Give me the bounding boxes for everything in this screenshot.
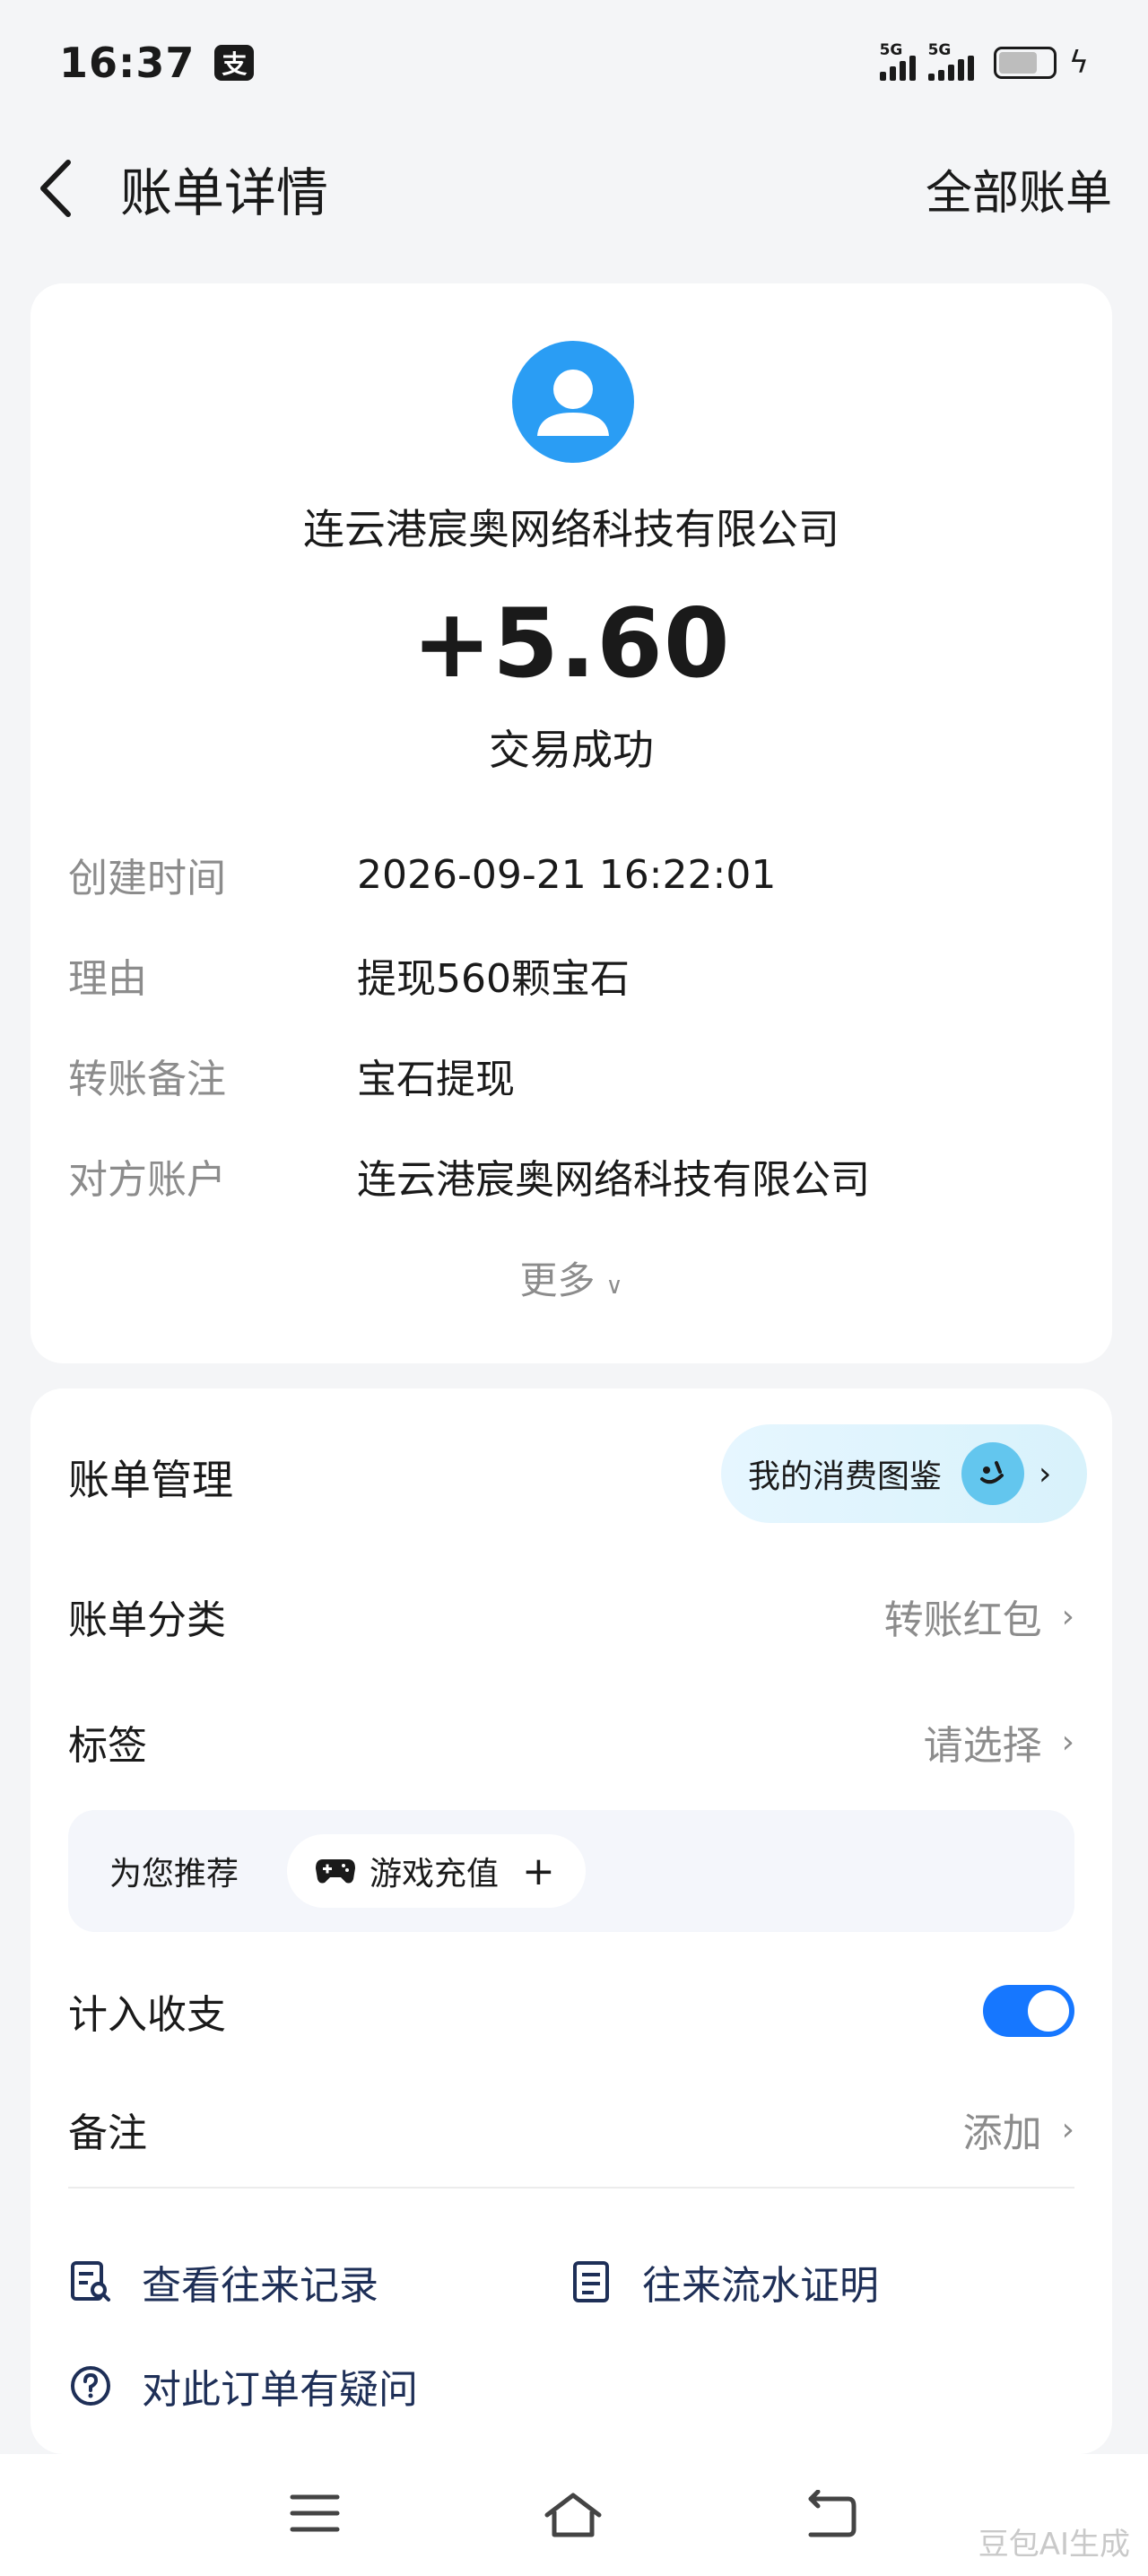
count-in-stats-toggle[interactable] — [983, 1985, 1074, 2037]
transaction-status: 交易成功 — [489, 726, 654, 774]
chevron-down-icon: ∨ — [605, 1273, 623, 1300]
detail-row-created-time: 创建时间 2026-09-21 16:22:01 — [68, 851, 777, 902]
signal-5g-icon: 5G — [879, 41, 916, 81]
spending-gallery-button[interactable]: 我的消费图鉴 › — [721, 1424, 1087, 1523]
home-icon[interactable] — [542, 2490, 604, 2544]
search-record-icon — [71, 2261, 110, 2302]
detail-row-reason: 理由 提现560颗宝石 — [68, 956, 630, 1002]
recommend-tag-chip[interactable]: 游戏充值 + — [287, 1834, 586, 1908]
gamepad-icon — [316, 1859, 356, 1884]
alipay-badge-icon: 支 — [214, 45, 255, 81]
question-icon — [71, 2366, 110, 2406]
detail-row-remark: 转账备注 宝石提现 — [68, 1057, 515, 1102]
watermark: 豆包AI生成 — [978, 2527, 1130, 2563]
all-bills-link[interactable]: 全部账单 — [926, 155, 1112, 222]
page-title: 账单详情 — [120, 162, 329, 223]
back-icon[interactable] — [36, 157, 75, 220]
status-time: 16:37 — [59, 39, 196, 87]
nav-bar: 账单详情 全部账单 — [0, 135, 1148, 242]
statement-proof-link[interactable]: 往来流水证明 — [569, 2253, 879, 2311]
note-row[interactable]: 备注 添加 › — [68, 2093, 1074, 2165]
count-in-stats-row: 计入收支 — [68, 1975, 1074, 2047]
tag-row[interactable]: 标签 请选择 › — [68, 1706, 1074, 1778]
plus-icon: + — [522, 1848, 555, 1894]
back-nav-icon[interactable] — [802, 2489, 859, 2544]
avatar — [512, 341, 634, 463]
document-icon — [573, 2261, 609, 2302]
detail-row-account: 对方账户 连云港宸奥网络科技有限公司 — [68, 1157, 870, 1203]
signal-5g-icon: 5G — [927, 41, 974, 81]
chevron-right-icon: › — [1061, 1723, 1074, 1761]
view-history-link[interactable]: 查看往来记录 — [68, 2253, 378, 2311]
chevron-right-icon: › — [1061, 2110, 1074, 2148]
menu-icon[interactable] — [289, 2490, 341, 2540]
mascot-icon — [961, 1442, 1025, 1505]
category-row[interactable]: 账单分类 转账红包 › — [68, 1580, 1074, 1652]
more-button[interactable]: 更多 ∨ — [30, 1250, 1112, 1305]
chevron-right-icon: › — [1061, 1597, 1074, 1635]
status-bar: 16:37 支 5G 5G ϟ — [0, 0, 1148, 126]
management-card: 账单管理 我的消费图鉴 › 账单分类 转账红包 › 标签 请选择 › 为您推荐 … — [30, 1388, 1112, 2454]
charging-icon: ϟ — [1068, 45, 1089, 81]
status-indicators: 5G 5G ϟ — [879, 41, 1089, 81]
system-nav-bar: 豆包AI生成 — [0, 2454, 1148, 2576]
transaction-amount: +5.60 — [412, 588, 731, 699]
section-title: 账单管理 — [68, 1456, 233, 1504]
battery-icon — [993, 47, 1057, 79]
order-question-link[interactable]: 对此订单有疑问 — [68, 2357, 418, 2415]
divider — [68, 2187, 1074, 2189]
counterparty-name: 连云港宸奥网络科技有限公司 — [303, 505, 839, 553]
chevron-right-icon: › — [1039, 1455, 1052, 1493]
recommend-box: 为您推荐 游戏充值 + — [68, 1810, 1074, 1932]
